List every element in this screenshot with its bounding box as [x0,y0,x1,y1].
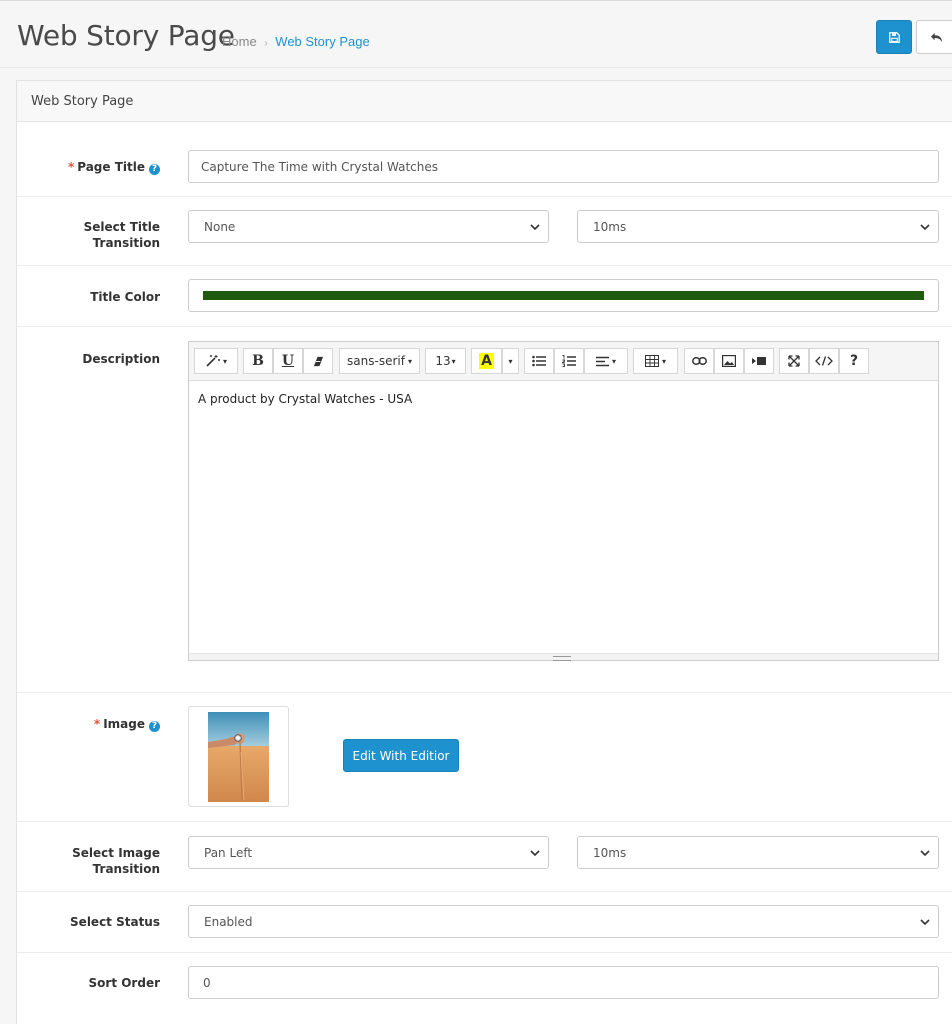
editor-resize-handle[interactable] [189,653,938,661]
underline-button[interactable]: U [273,348,303,374]
row-title-transition: Select Title Transition None 10ms [17,197,952,266]
page-title: Web Story Page [17,19,235,52]
status-label: Select Status [70,915,160,929]
color-swatch [203,291,924,300]
help-icon[interactable]: ? [149,721,160,732]
breadcrumb: Home › Web Story Page [222,34,370,49]
rich-text-editor[interactable]: ▾ B U sans-serif ▾ 13 ▾ A ▾ ▾ ▾ ? A prod… [188,341,939,661]
breadcrumb-current[interactable]: Web Story Page [275,34,369,49]
video-icon [752,357,766,365]
row-image: * Image? [17,693,952,822]
image-duration-select[interactable]: 10ms [577,836,939,869]
image-transition-label: Select Image Transition [72,846,160,876]
required-marker: * [67,160,75,174]
paragraph-align-dropdown[interactable]: ▾ [584,348,628,374]
fullscreen-icon [788,355,800,367]
table-icon [644,355,659,367]
text-color-button[interactable]: A [471,348,502,374]
title-transition-select[interactable]: None [188,210,549,243]
panel-heading: Web Story Page [17,81,952,122]
sort-order-input[interactable]: 0 [188,966,939,999]
link-icon [691,357,707,365]
row-image-transition: Select Image Transition Pan Left 10ms [17,822,952,892]
title-color-input[interactable] [188,279,939,312]
font-size-dropdown[interactable]: 13 ▾ [425,348,466,374]
help-icon[interactable]: ? [149,164,160,175]
row-page-title: * Page Title? Capture The Time with Cryst… [17,122,952,197]
ordered-list-button[interactable] [554,348,584,374]
page-header: Web Story Page Home › Web Story Page [0,0,952,68]
page-title-label: * Page Title? [68,159,160,175]
page-title-input[interactable]: Capture The Time with Crystal Watches [188,150,939,183]
breadcrumb-home[interactable]: Home [222,34,257,49]
code-icon [815,356,833,366]
text-color-dropdown[interactable]: ▾ [502,348,519,374]
chevron-down-icon [920,919,930,926]
picture-button[interactable] [714,348,744,374]
code-view-button[interactable] [809,348,839,374]
save-button[interactable] [876,20,912,54]
required-marker: * [93,717,101,731]
bold-button[interactable]: B [243,348,273,374]
link-button[interactable] [684,348,714,374]
title-transition-label: Select Title Transition [83,220,160,250]
row-status: Select Status Enabled [17,892,952,953]
align-left-icon [595,356,609,366]
row-sort-order: Sort Order 0 [17,953,952,1024]
eraser-icon [313,356,323,366]
text-color-icon: A [479,353,494,369]
save-icon [888,31,900,43]
row-title-color: Title Color [17,266,952,327]
unordered-list-button[interactable] [524,348,554,374]
title-color-label: Title Color [90,290,160,304]
chevron-down-icon [920,224,930,231]
form-panel: Web Story Page * Page Title? Capture The … [16,80,952,1024]
chevron-down-icon [530,224,540,231]
eraser-button[interactable] [303,348,333,374]
chevron-down-icon [530,850,540,857]
magic-wand-icon [206,355,220,367]
image-transition-select[interactable]: Pan Left [188,836,549,869]
title-duration-select[interactable]: 10ms [577,210,939,243]
style-button[interactable]: ▾ [194,348,238,374]
help-button[interactable]: ? [839,348,869,374]
chevron-down-icon [920,850,930,857]
fullscreen-button[interactable] [779,348,809,374]
ordered-list-icon [562,355,576,367]
thumbnail-image [208,712,269,802]
breadcrumb-separator: › [264,38,268,49]
description-label: Description [82,352,160,366]
reply-icon [930,32,942,42]
image-label: * Image? [94,716,160,732]
image-thumbnail[interactable] [188,706,289,807]
back-button[interactable] [916,20,952,54]
unordered-list-icon [532,355,546,367]
video-button[interactable] [744,348,774,374]
sort-order-label: Sort Order [88,976,160,990]
editor-content[interactable]: A product by Crystal Watches - USA [189,381,938,417]
edit-with-editor-button[interactable]: Edit With Editior [343,739,459,772]
status-select[interactable]: Enabled [188,905,939,938]
picture-icon [722,355,736,367]
font-family-dropdown[interactable]: sans-serif ▾ [339,348,420,374]
watch-photo-icon [208,712,269,802]
editor-toolbar: ▾ B U sans-serif ▾ 13 ▾ A ▾ ▾ ▾ ? [189,342,938,381]
table-dropdown[interactable]: ▾ [633,348,678,374]
